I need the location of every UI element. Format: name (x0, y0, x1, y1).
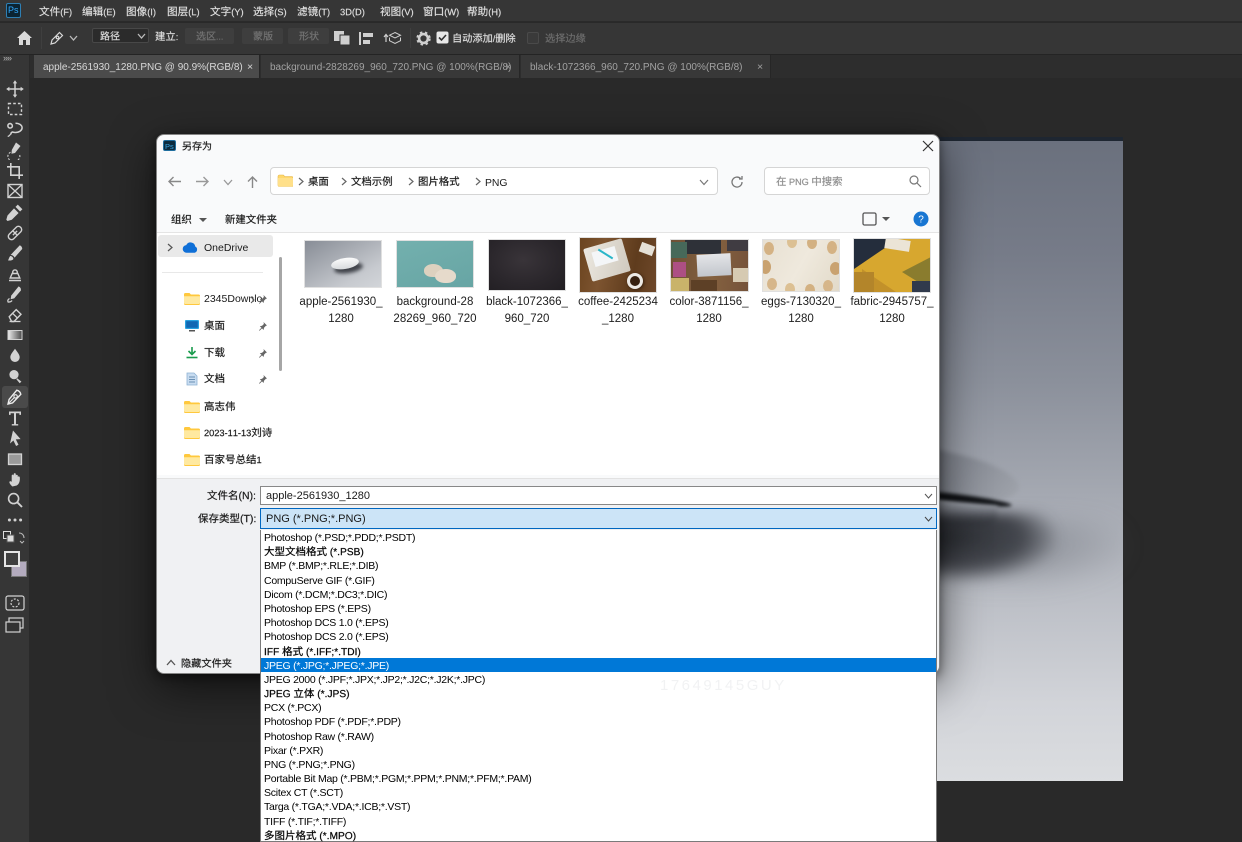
svg-text:?: ? (918, 215, 924, 226)
